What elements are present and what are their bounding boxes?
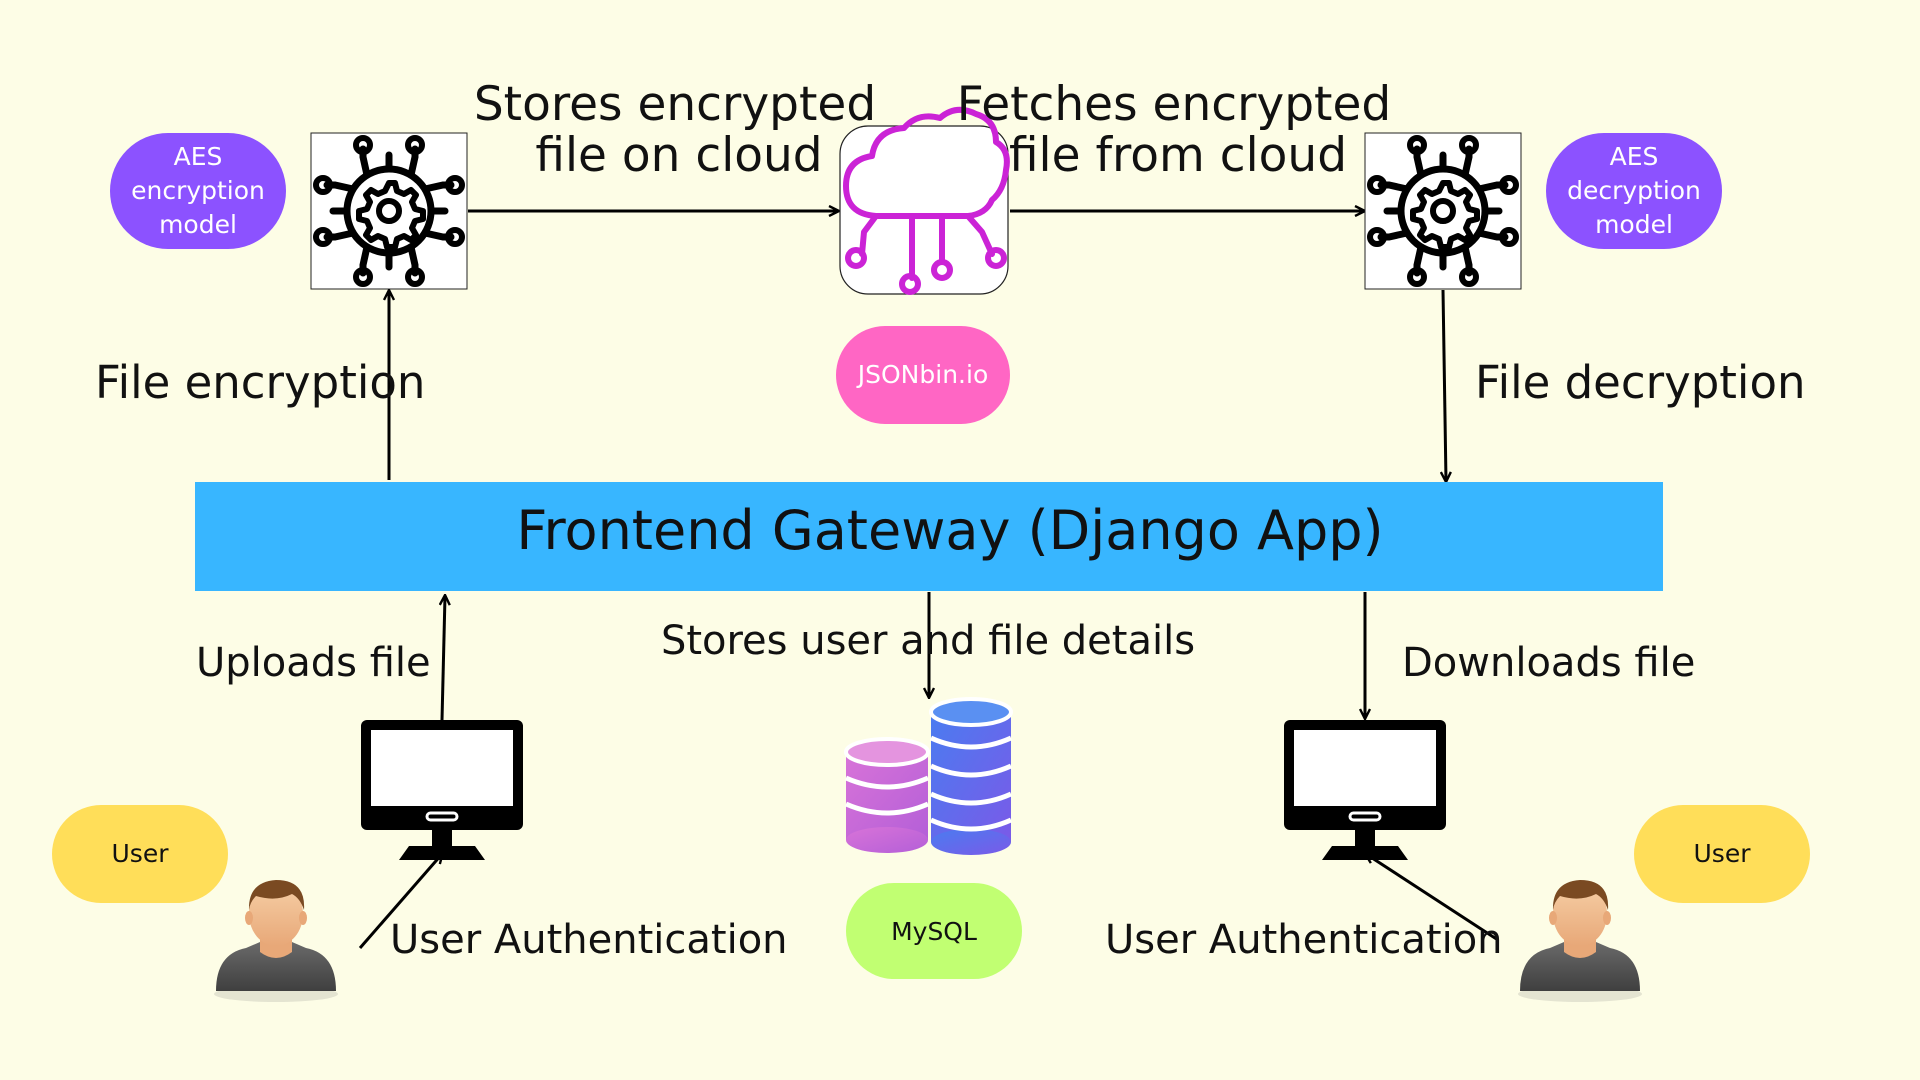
jsonbin-label: JSONbin.io (856, 360, 988, 389)
encryption-gear-network-icon (311, 133, 467, 289)
fetches-encrypted-label-line-2: file from cloud (1009, 128, 1347, 183)
frontend-gateway-bar: Frontend Gateway (Django App) (195, 482, 1663, 591)
right-user-pill: User (1634, 805, 1810, 903)
architecture-diagram: AES encryption model Stores encrypted fi… (0, 0, 1920, 1080)
mysql-pill: MySQL (846, 883, 1022, 979)
fetches-encrypted-label-line-1: Fetches encrypted (957, 77, 1391, 132)
aes-encryption-line-1: AES (174, 142, 223, 171)
file-encryption-label: File encryption (95, 356, 425, 409)
jsonbin-pill: JSONbin.io (836, 326, 1010, 424)
uploads-file-label: Uploads file (196, 640, 431, 686)
aes-decryption-line-2: decryption (1567, 176, 1701, 205)
decryption-gear-network-icon (1365, 133, 1521, 289)
left-user-label: User (112, 839, 170, 868)
aes-encryption-line-3: model (159, 210, 237, 239)
file-decryption-label: File decryption (1475, 356, 1806, 409)
right-user-auth-label: User Authentication (1105, 917, 1503, 963)
aes-encryption-pill: AES encryption model (110, 133, 286, 249)
mysql-label: MySQL (891, 917, 977, 946)
left-user-auth-label: User Authentication (390, 917, 788, 963)
aes-encryption-line-2: encryption (131, 176, 265, 205)
left-user-pill: User (52, 805, 228, 903)
cloud-circuit-icon (839, 106, 1010, 295)
stores-encrypted-label-line-2: file on cloud (535, 128, 822, 183)
downloads-file-label: Downloads file (1402, 640, 1695, 686)
aes-decryption-pill: AES decryption model (1546, 133, 1722, 249)
aes-decryption-line-1: AES (1610, 142, 1659, 171)
stores-user-details-label: Stores user and file details (661, 618, 1195, 664)
right-user-label: User (1694, 839, 1752, 868)
aes-decryption-line-3: model (1595, 210, 1673, 239)
gateway-label: Frontend Gateway (Django App) (516, 499, 1383, 562)
stores-encrypted-label-line-1: Stores encrypted (474, 77, 876, 132)
